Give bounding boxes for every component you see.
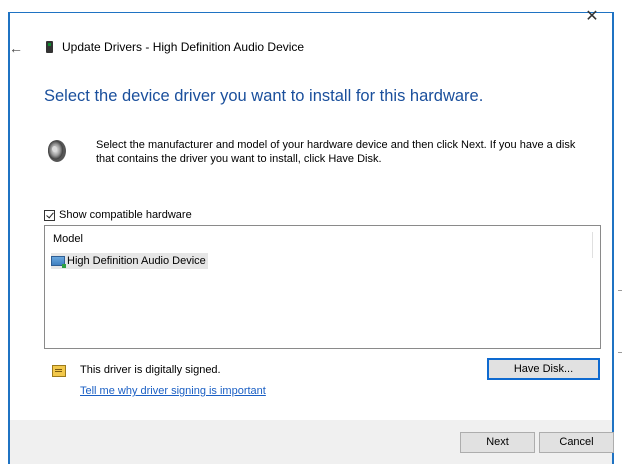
- close-icon: ✕: [585, 8, 599, 25]
- speaker-icon: [48, 140, 66, 162]
- background-window-edge: [616, 0, 625, 464]
- show-compatible-label[interactable]: Show compatible hardware: [59, 208, 192, 222]
- background-mark: [618, 352, 622, 353]
- have-disk-button[interactable]: Have Disk...: [487, 358, 600, 380]
- device-manager-icon: [46, 41, 53, 53]
- background-mark: [618, 290, 622, 291]
- driver-signed-status: This driver is digitally signed.: [80, 364, 221, 376]
- model-column-header[interactable]: Model: [53, 232, 83, 246]
- page-heading: Select the device driver you want to ins…: [44, 87, 484, 105]
- certificate-icon: [52, 365, 66, 377]
- audio-device-icon: [51, 256, 66, 268]
- instructions-text: Select the manufacturer and model of you…: [96, 139, 576, 165]
- list-item[interactable]: High Definition Audio Device: [51, 253, 208, 269]
- back-button[interactable]: ←: [6, 38, 26, 58]
- next-button[interactable]: Next: [460, 432, 535, 453]
- screen: ✕ ← Update Drivers - High Definition Aud…: [0, 0, 625, 464]
- driver-signing-link[interactable]: Tell me why driver signing is important: [80, 384, 266, 398]
- back-arrow-icon: ←: [9, 40, 23, 56]
- show-compatible-checkbox[interactable]: [44, 209, 55, 221]
- cancel-button[interactable]: Cancel: [539, 432, 614, 453]
- close-button[interactable]: ✕: [580, 6, 604, 28]
- model-list[interactable]: Model High Definition Audio Device: [44, 225, 601, 349]
- window-title: Update Drivers - High Definition Audio D…: [62, 40, 305, 54]
- list-item-label: High Definition Audio Device: [67, 255, 206, 267]
- show-compatible-hardware[interactable]: Show compatible hardware: [44, 207, 192, 223]
- column-divider: [592, 232, 593, 258]
